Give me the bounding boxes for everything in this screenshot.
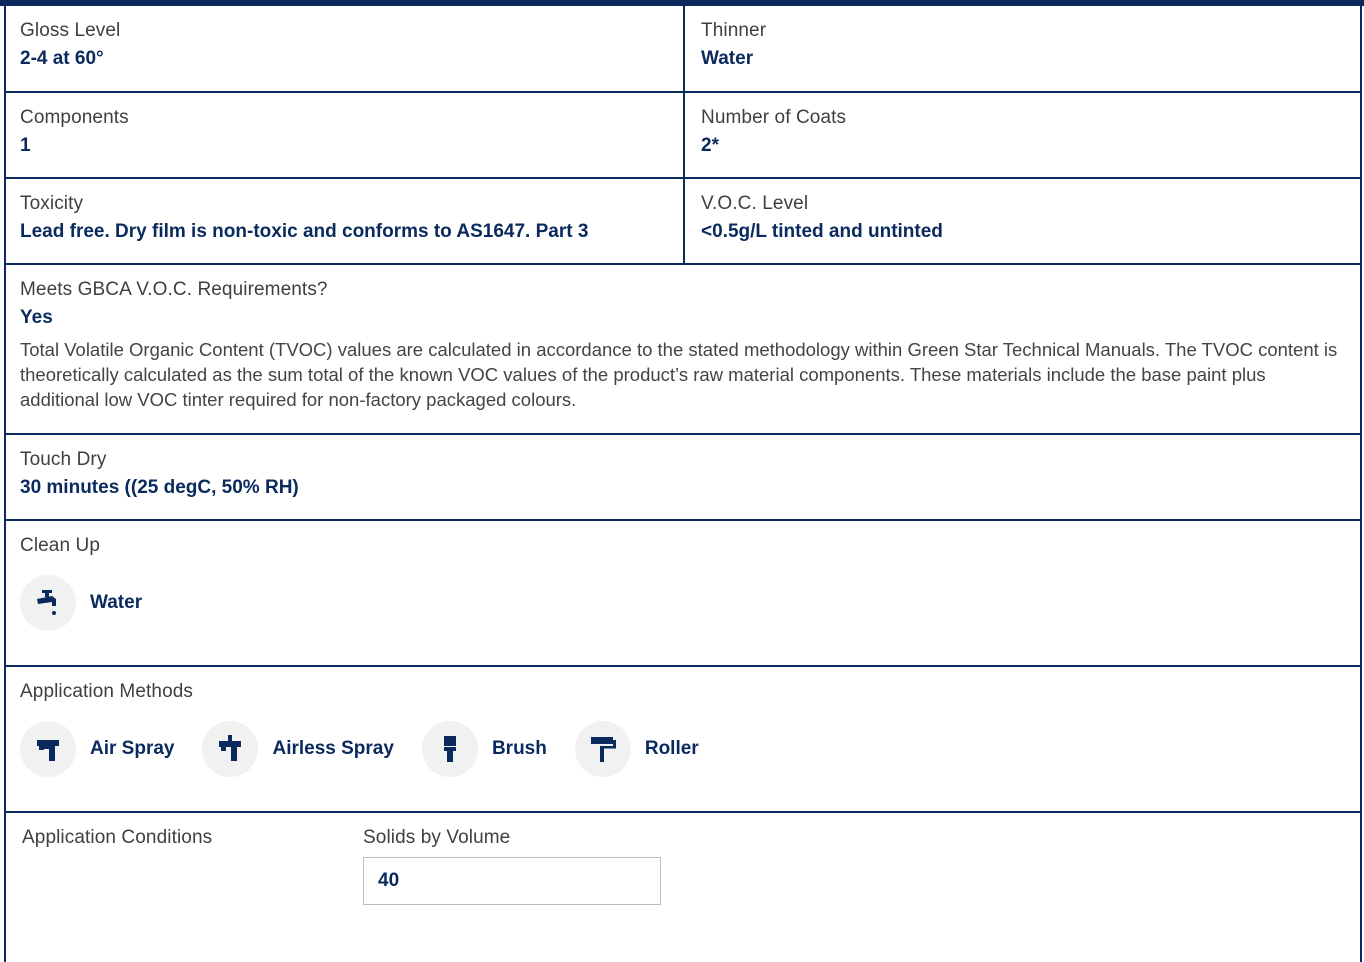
gloss-level-label: Gloss Level	[20, 20, 121, 41]
components-value: 1	[20, 135, 31, 156]
touch-dry-cell: Touch Dry 30 minutes ((25 degC, 50% RH)	[4, 435, 1362, 519]
solids-by-volume-field[interactable]: 40	[363, 857, 661, 905]
solids-by-volume-label: Solids by Volume	[363, 827, 511, 848]
method-roller: Roller	[574, 721, 699, 777]
tap-icon	[20, 575, 76, 631]
roller-icon	[574, 721, 631, 777]
airless-spray-gun-icon	[202, 721, 259, 777]
clean-up-label-water: Water	[90, 592, 143, 613]
method-brush: Brush	[421, 721, 547, 777]
gloss-level-cell: Gloss Level 2-4 at 60°	[4, 6, 683, 91]
clean-up-list: Water	[20, 575, 1362, 631]
method-label-brush: Brush	[491, 738, 547, 759]
toxicity-value: Lead free. Dry film is non-toxic and con…	[20, 221, 589, 242]
thinner-value: Water	[701, 48, 754, 69]
gbca-value: Yes	[20, 307, 53, 328]
brush-icon	[421, 721, 478, 777]
spec-row-application-methods: Application Methods Air Spray Airless Sp…	[4, 667, 1362, 813]
clean-up-label: Clean Up	[20, 535, 101, 556]
coats-label: Number of Coats	[701, 107, 847, 128]
method-label-roller: Roller	[644, 738, 699, 759]
method-air-spray: Air Spray	[20, 721, 174, 777]
spec-row-touch-dry: Touch Dry 30 minutes ((25 degC, 50% RH)	[4, 435, 1362, 521]
method-label-air-spray: Air Spray	[90, 738, 175, 759]
voc-cell: V.O.C. Level <0.5g/L tinted and untinted	[683, 179, 1362, 263]
voc-value: <0.5g/L tinted and untinted	[701, 221, 943, 242]
voc-label: V.O.C. Level	[701, 193, 809, 214]
components-label: Components	[20, 107, 129, 128]
thinner-label: Thinner	[701, 20, 767, 41]
clean-up-item-water: Water	[20, 575, 142, 631]
coats-cell: Number of Coats 2*	[683, 93, 1362, 177]
spec-row-gloss-thinner: Gloss Level 2-4 at 60° Thinner Water	[4, 6, 1362, 93]
gbca-label: Meets GBCA V.O.C. Requirements?	[20, 279, 328, 300]
method-label-airless-spray: Airless Spray	[272, 738, 394, 759]
spec-row-toxicity-voc: Toxicity Lead free. Dry film is non-toxi…	[4, 179, 1362, 265]
toxicity-cell: Toxicity Lead free. Dry film is non-toxi…	[4, 179, 683, 263]
coats-value: 2*	[701, 135, 719, 156]
spec-row-clean-up: Clean Up Water	[4, 521, 1362, 667]
spec-row-components-coats: Components 1 Number of Coats 2*	[4, 93, 1362, 179]
application-conditions-label: Application Conditions	[22, 827, 213, 848]
thinner-cell: Thinner Water	[683, 6, 1362, 91]
application-methods-cell: Application Methods Air Spray Airless Sp…	[4, 667, 1362, 811]
touch-dry-value: 30 minutes ((25 degC, 50% RH)	[20, 477, 299, 498]
components-cell: Components 1	[4, 93, 683, 177]
air-spray-gun-icon	[20, 721, 76, 777]
spec-row-gbca: Meets GBCA V.O.C. Requirements? Yes Tota…	[4, 265, 1362, 435]
gloss-level-value: 2-4 at 60°	[20, 48, 104, 69]
gbca-cell: Meets GBCA V.O.C. Requirements? Yes Tota…	[4, 265, 1362, 433]
method-airless-spray: Airless Spray	[202, 721, 394, 777]
clean-up-cell: Clean Up Water	[4, 521, 1362, 665]
application-methods-label: Application Methods	[20, 681, 194, 702]
toxicity-label: Toxicity	[20, 193, 84, 214]
touch-dry-label: Touch Dry	[20, 449, 107, 470]
gbca-description: Total Volatile Organic Content (TVOC) va…	[20, 339, 1338, 410]
application-methods-list: Air Spray Airless Spray Brush Roller	[20, 721, 1362, 777]
